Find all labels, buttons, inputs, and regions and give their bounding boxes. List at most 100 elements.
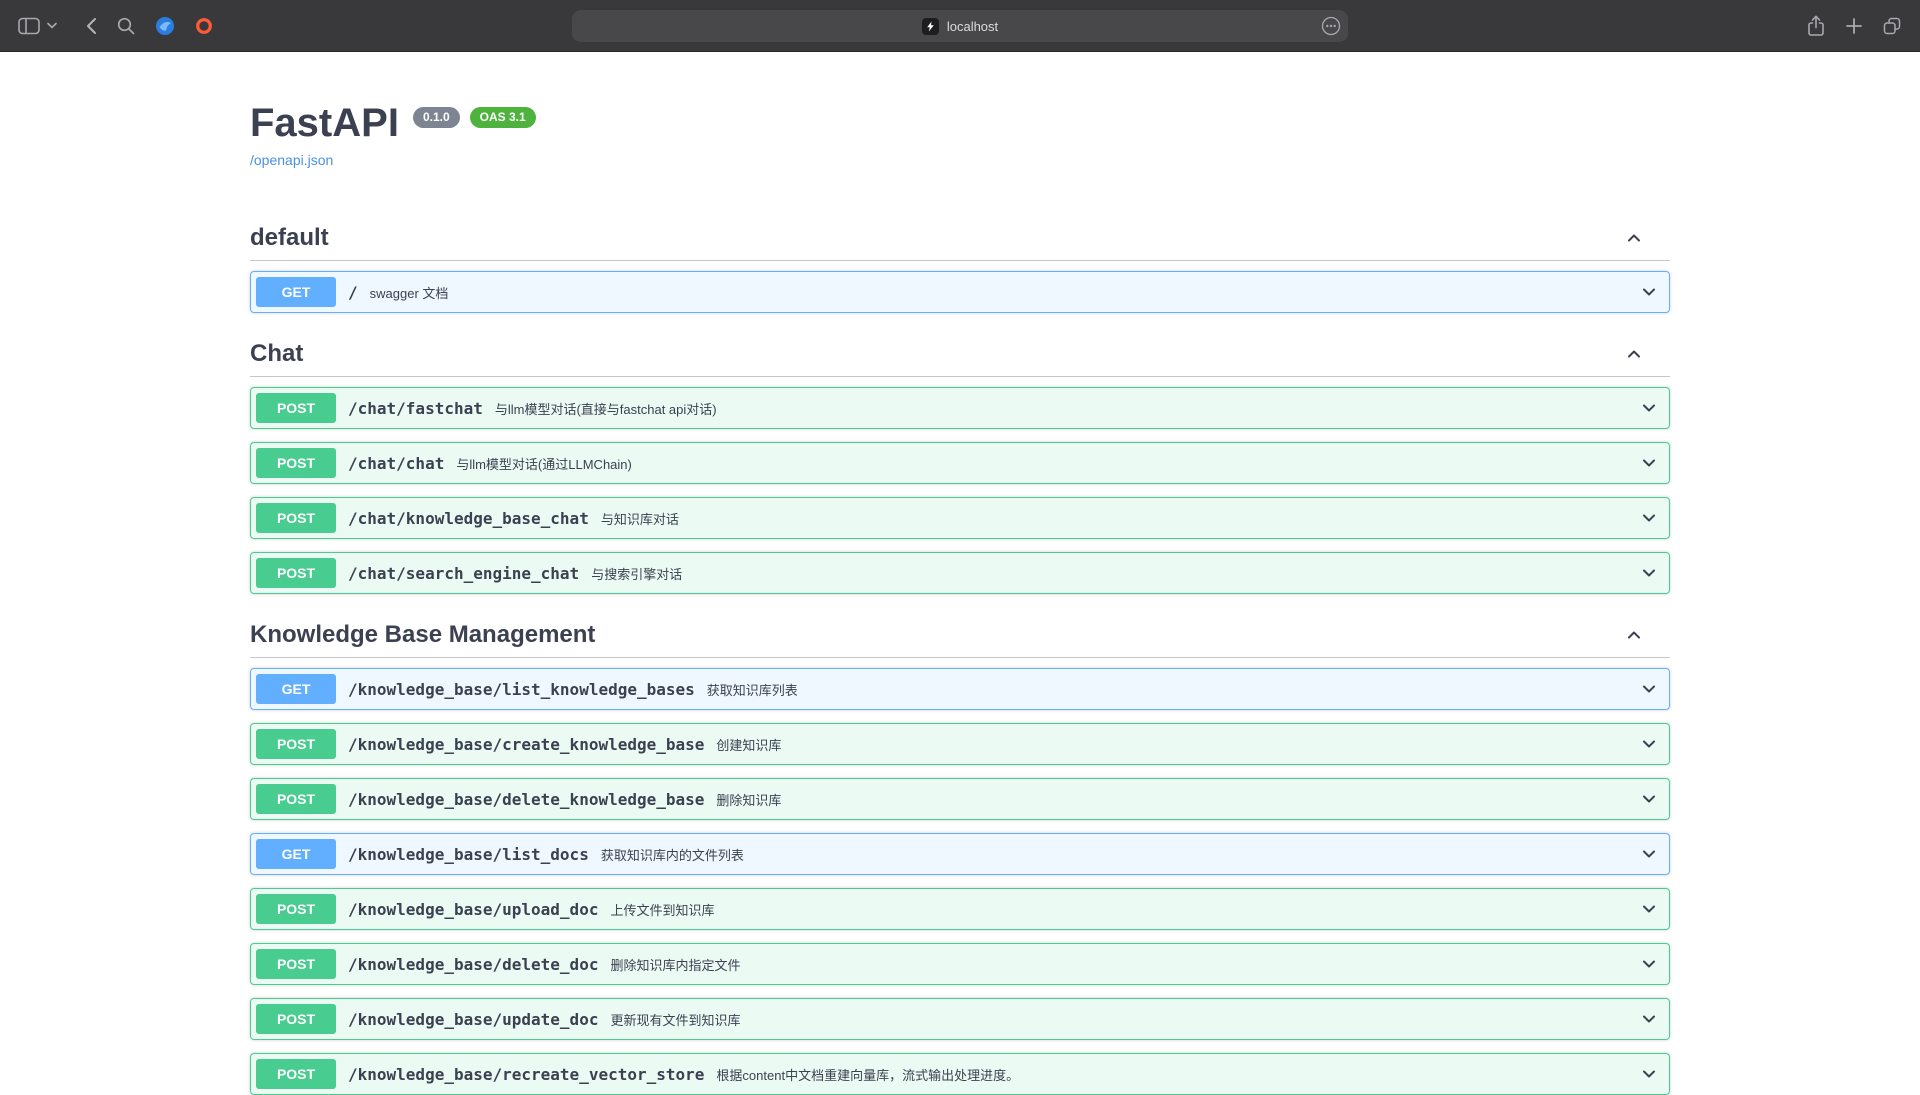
collapse-section-icon [1624, 228, 1644, 248]
op-description: 与llm模型对话(直接与fastchat api对话) [495, 399, 1639, 418]
method-badge: POST [256, 949, 336, 979]
method-badge: GET [256, 277, 336, 307]
operation-row[interactable]: POST /knowledge_base/delete_doc 删除知识库内指定… [250, 943, 1670, 985]
method-badge: POST [256, 503, 336, 533]
op-description: swagger 文档 [370, 283, 1639, 302]
openapi-spec-link[interactable]: /openapi.json [250, 152, 333, 168]
toolbar-right-group [1806, 14, 1902, 38]
api-title-row: FastAPI 0.1.0 OAS 3.1 [250, 101, 1670, 145]
collapse-section-icon [1624, 344, 1644, 364]
operation-row[interactable]: POST /chat/fastchat 与llm模型对话(直接与fastchat… [250, 387, 1670, 429]
operation-row[interactable]: POST /knowledge_base/upload_doc 上传文件到知识库 [250, 888, 1670, 930]
sidebar-cluster [18, 17, 57, 35]
operation-row[interactable]: POST /knowledge_base/update_doc 更新现有文件到知… [250, 998, 1670, 1040]
section-operations: GET / swagger 文档 [250, 271, 1670, 313]
toolbar-left-group [18, 16, 213, 36]
op-path: /chat/fastchat [336, 399, 495, 418]
op-description: 删除知识库 [716, 790, 1639, 809]
collapse-section-icon [1624, 625, 1644, 645]
api-info: FastAPI 0.1.0 OAS 3.1 /openapi.json [250, 52, 1670, 170]
op-path: /chat/chat [336, 454, 456, 473]
op-description: 更新现有文件到知识库 [610, 1010, 1639, 1029]
method-badge: POST [256, 1004, 336, 1034]
method-badge: POST [256, 448, 336, 478]
operation-row[interactable]: GET /knowledge_base/list_knowledge_bases… [250, 668, 1670, 710]
op-description: 删除知识库内指定文件 [610, 955, 1639, 974]
expand-operation-icon [1639, 453, 1659, 473]
op-description: 获取知识库内的文件列表 [601, 845, 1639, 864]
expand-operation-icon [1639, 954, 1659, 974]
op-path: /knowledge_base/recreate_vector_store [336, 1065, 716, 1084]
expand-operation-icon [1639, 1064, 1659, 1084]
page-title: FastAPI [250, 101, 399, 145]
method-badge: GET [256, 674, 336, 704]
expand-operation-icon [1639, 563, 1659, 583]
bird-extension-icon[interactable] [155, 16, 175, 36]
op-path: /chat/search_engine_chat [336, 564, 591, 583]
op-path: /knowledge_base/create_knowledge_base [336, 735, 716, 754]
operation-row[interactable]: GET / swagger 文档 [250, 271, 1670, 313]
new-tab-icon[interactable] [1846, 18, 1862, 34]
version-badge: 0.1.0 [413, 107, 460, 128]
section-header[interactable]: default [250, 210, 1670, 261]
expand-operation-icon [1639, 398, 1659, 418]
expand-operation-icon [1639, 508, 1659, 528]
method-badge: POST [256, 894, 336, 924]
method-badge: POST [256, 393, 336, 423]
operation-row[interactable]: POST /chat/knowledge_base_chat 与知识库对话 [250, 497, 1670, 539]
operation-row[interactable]: POST /knowledge_base/recreate_vector_sto… [250, 1053, 1670, 1095]
op-description: 与搜索引擎对话 [591, 564, 1639, 583]
op-description: 与知识库对话 [601, 509, 1639, 528]
expand-operation-icon [1639, 789, 1659, 809]
expand-operation-icon [1639, 734, 1659, 754]
section-title: Chat [250, 339, 303, 369]
operation-row[interactable]: POST /chat/search_engine_chat 与搜索引擎对话 [250, 552, 1670, 594]
method-badge: GET [256, 839, 336, 869]
op-path: / [336, 283, 370, 302]
operation-row[interactable]: GET /knowledge_base/list_docs 获取知识库内的文件列… [250, 833, 1670, 875]
operation-row[interactable]: POST /knowledge_base/delete_knowledge_ba… [250, 778, 1670, 820]
method-badge: POST [256, 729, 336, 759]
api-section: Chat POST /chat/fastchat 与llm模型对话(直接与fas… [250, 326, 1670, 594]
method-badge: POST [256, 1059, 336, 1089]
section-title: Knowledge Base Management [250, 620, 595, 650]
content-container: FastAPI 0.1.0 OAS 3.1 /openapi.json defa… [250, 52, 1670, 1095]
sidebar-toggle-icon[interactable] [18, 17, 40, 35]
op-description: 根据content中文档重建向量库，流式输出处理进度。 [716, 1065, 1639, 1084]
address-bar[interactable]: localhost [572, 10, 1348, 42]
op-path: /chat/knowledge_base_chat [336, 509, 601, 528]
op-path: /knowledge_base/upload_doc [336, 900, 610, 919]
method-badge: POST [256, 784, 336, 814]
op-path: /knowledge_base/list_knowledge_bases [336, 680, 707, 699]
chevron-down-icon[interactable] [47, 22, 57, 29]
section-header[interactable]: Chat [250, 326, 1670, 377]
op-description: 创建知识库 [716, 735, 1639, 754]
oas-badge: OAS 3.1 [470, 107, 536, 128]
more-options-icon[interactable] [1321, 16, 1341, 36]
url-text: localhost [947, 19, 998, 34]
operation-row[interactable]: POST /chat/chat 与llm模型对话(通过LLMChain) [250, 442, 1670, 484]
record-extension-icon[interactable] [195, 17, 213, 35]
op-description: 与llm模型对话(通过LLMChain) [456, 454, 1639, 473]
search-icon[interactable] [117, 17, 135, 35]
operation-row[interactable]: POST /knowledge_base/create_knowledge_ba… [250, 723, 1670, 765]
share-icon[interactable] [1806, 14, 1826, 38]
expand-operation-icon [1639, 679, 1659, 699]
api-section: default GET / swagger 文档 [250, 210, 1670, 313]
api-sections: default GET / swagger 文档 Chat POST /chat… [250, 210, 1670, 1095]
expand-operation-icon [1639, 899, 1659, 919]
method-badge: POST [256, 558, 336, 588]
back-icon[interactable] [85, 17, 97, 35]
section-operations: POST /chat/fastchat 与llm模型对话(直接与fastchat… [250, 387, 1670, 594]
op-description: 获取知识库列表 [707, 680, 1639, 699]
op-path: /knowledge_base/list_docs [336, 845, 601, 864]
section-operations: GET /knowledge_base/list_knowledge_bases… [250, 668, 1670, 1095]
tab-overview-icon[interactable] [1882, 16, 1902, 36]
browser-toolbar: localhost [0, 0, 1920, 52]
op-path: /knowledge_base/update_doc [336, 1010, 610, 1029]
op-path: /knowledge_base/delete_knowledge_base [336, 790, 716, 809]
section-header[interactable]: Knowledge Base Management [250, 607, 1670, 658]
expand-operation-icon [1639, 1009, 1659, 1029]
site-favicon [922, 18, 939, 35]
section-title: default [250, 223, 329, 253]
